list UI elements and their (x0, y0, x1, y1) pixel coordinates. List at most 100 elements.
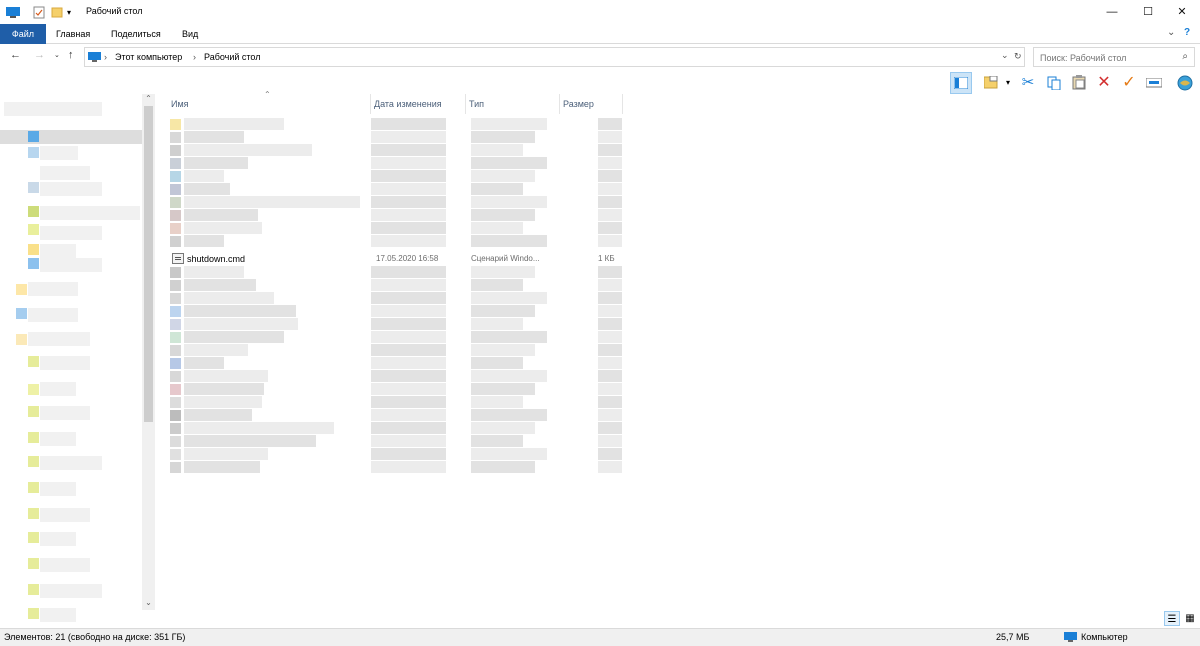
table-row[interactable] (168, 422, 623, 435)
nav-tree-item[interactable] (40, 432, 76, 446)
nav-tree-item[interactable] (40, 206, 140, 220)
close-button[interactable]: ✕ (1164, 0, 1200, 24)
help-icon[interactable]: ? (1184, 27, 1190, 38)
search-box[interactable]: ⌕ (1033, 47, 1195, 67)
breadcrumb-this-pc[interactable]: Этот компьютер (115, 52, 182, 62)
check-icon[interactable]: ✓ (1118, 72, 1140, 94)
nav-tree-item[interactable] (28, 332, 90, 346)
table-row[interactable] (168, 409, 623, 422)
tab-file[interactable]: Файл (0, 24, 46, 44)
table-row[interactable] (168, 435, 623, 448)
breadcrumb-separator-icon[interactable]: › (104, 52, 107, 62)
address-dropdown-icon[interactable]: ⌄ (1001, 50, 1009, 61)
nav-tree-item[interactable] (40, 356, 90, 370)
details-view-icon[interactable]: ☰ (1164, 611, 1180, 626)
forward-arrow-icon[interactable]: → (34, 49, 45, 61)
table-row[interactable] (168, 318, 623, 331)
nav-tree-item[interactable] (40, 558, 90, 572)
nav-tree-item[interactable] (40, 166, 90, 180)
table-row[interactable] (168, 448, 623, 461)
table-row[interactable] (168, 396, 623, 409)
column-size[interactable]: Размер (560, 94, 623, 114)
up-arrow-icon[interactable]: ↑ (68, 49, 74, 61)
nav-tree-item[interactable] (0, 130, 142, 144)
column-type[interactable]: Тип (466, 94, 560, 114)
nav-tree-item[interactable] (40, 508, 90, 522)
properties-icon[interactable] (33, 6, 45, 21)
nav-tree-item[interactable] (28, 308, 78, 322)
tab-share[interactable]: Поделиться (101, 24, 171, 44)
table-row[interactable] (168, 292, 623, 305)
search-icon[interactable]: ⌕ (1182, 51, 1188, 62)
navigation-pane-icon[interactable] (950, 72, 972, 94)
nav-tree-item[interactable] (40, 584, 102, 598)
obscured-cell (371, 383, 446, 395)
table-row[interactable] (168, 209, 623, 222)
table-row[interactable] (168, 305, 623, 318)
table-row[interactable] (168, 183, 623, 196)
table-row[interactable] (168, 222, 623, 235)
ribbon-expand-icon[interactable]: ⌄ (1167, 27, 1175, 38)
table-row[interactable] (168, 118, 623, 131)
breadcrumb-desktop[interactable]: Рабочий стол (204, 52, 261, 62)
rename-icon[interactable] (1143, 72, 1165, 94)
computer-icon (88, 52, 101, 65)
table-row[interactable] (168, 235, 623, 248)
navigation-pane[interactable] (0, 94, 155, 626)
scroll-down-icon[interactable]: ⌄ (142, 598, 155, 607)
nav-tree-item[interactable] (40, 226, 102, 240)
nav-tree-item[interactable] (40, 532, 76, 546)
globe-icon[interactable] (1174, 72, 1196, 94)
quick-access-dropdown-icon[interactable]: ▾ (67, 8, 71, 17)
table-row[interactable] (168, 370, 623, 383)
table-row[interactable] (168, 144, 623, 157)
scroll-up-icon[interactable]: ⌃ (142, 94, 155, 103)
refresh-icon[interactable]: ↻ (1014, 51, 1022, 62)
table-row[interactable]: shutdown.cmd 17.05.2020 16:58 Сценарий W… (168, 252, 623, 266)
nav-tree-item[interactable] (40, 456, 102, 470)
address-bar[interactable]: › Этот компьютер › Рабочий стол ⌄ ↻ (84, 47, 1025, 67)
search-input[interactable] (1040, 51, 1170, 64)
table-row[interactable] (168, 357, 623, 370)
maximize-button[interactable]: ☐ (1130, 0, 1166, 24)
nav-tree-item[interactable] (40, 182, 102, 196)
scrollbar-thumb[interactable] (144, 106, 153, 422)
table-row[interactable] (168, 383, 623, 396)
new-folder-icon[interactable] (51, 6, 63, 20)
breadcrumb-separator-icon[interactable]: › (193, 52, 196, 62)
table-row[interactable] (168, 170, 623, 183)
navigation-scrollbar[interactable]: ⌃ ⌄ (142, 94, 155, 610)
column-date-modified[interactable]: Дата изменения (371, 94, 466, 114)
table-row[interactable] (168, 344, 623, 357)
nav-tree-item[interactable] (40, 244, 76, 258)
nav-tree-item[interactable] (40, 482, 76, 496)
nav-tree-item[interactable] (4, 102, 102, 116)
table-row[interactable] (168, 196, 623, 209)
large-icons-view-icon[interactable]: ▦ (1182, 611, 1198, 626)
layout-icon[interactable] (980, 72, 1002, 94)
nav-tree-item[interactable] (40, 406, 90, 420)
layout-dropdown-icon[interactable]: ▾ (1002, 72, 1014, 94)
table-row[interactable] (168, 157, 623, 170)
table-row[interactable] (168, 266, 623, 279)
nav-tree-item[interactable] (40, 608, 76, 622)
recent-locations-icon[interactable]: ⌄ (54, 51, 60, 59)
minimize-button[interactable]: — (1094, 0, 1130, 24)
tab-home[interactable]: Главная (46, 24, 100, 44)
paste-icon[interactable] (1068, 72, 1090, 94)
table-row[interactable] (168, 131, 623, 144)
obscured-cell (471, 292, 547, 304)
tab-view[interactable]: Вид (172, 24, 208, 44)
table-row[interactable] (168, 461, 623, 474)
copy-icon[interactable] (1043, 72, 1065, 94)
table-row[interactable] (168, 331, 623, 344)
nav-tree-item[interactable] (40, 382, 76, 396)
table-row[interactable] (168, 279, 623, 292)
nav-tree-item[interactable] (40, 146, 78, 160)
nav-tree-item[interactable] (40, 258, 102, 272)
cut-icon[interactable]: ✂ (1017, 72, 1039, 94)
obscured-cell (371, 292, 446, 304)
nav-tree-item[interactable] (28, 282, 78, 296)
back-arrow-icon[interactable]: ← (10, 49, 21, 61)
delete-icon[interactable]: ✕ (1093, 72, 1115, 94)
